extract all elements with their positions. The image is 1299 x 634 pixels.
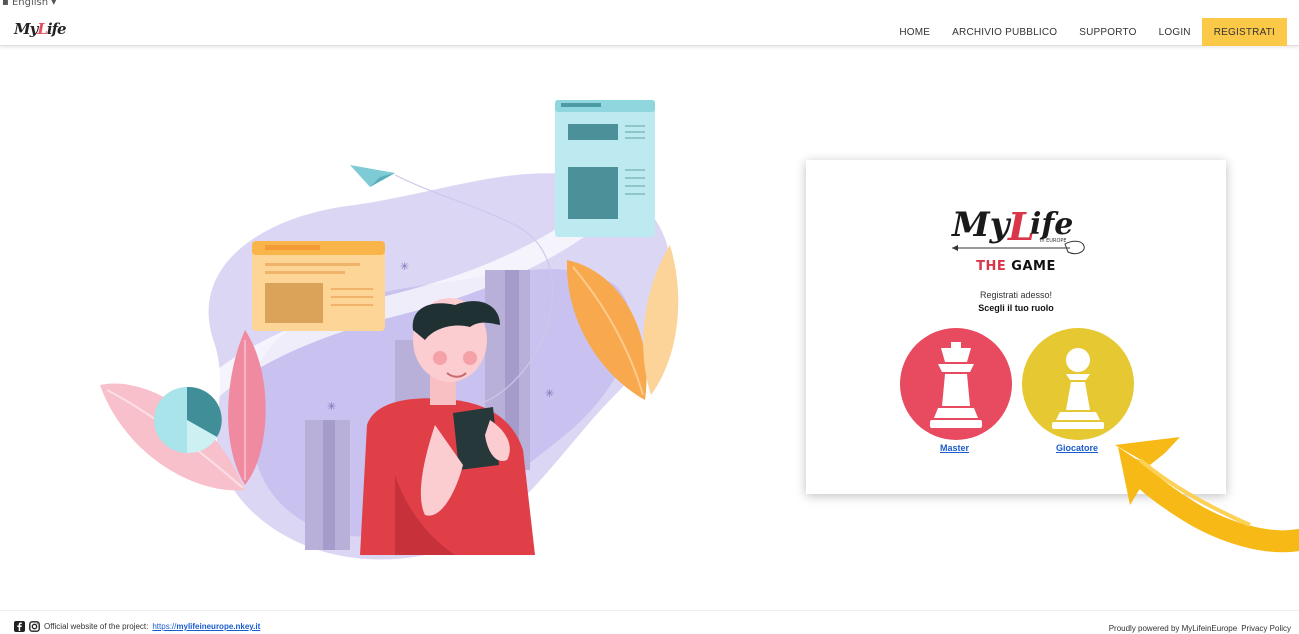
powered-by-text: Proudly powered by MyLifeinEurope	[1108, 624, 1238, 633]
chess-pawn-icon	[1052, 348, 1104, 429]
choose-role-text: Scegli il tuo ruolo	[978, 303, 1054, 313]
nav-login[interactable]: LOGIN	[1148, 18, 1202, 46]
privacy-policy-link[interactable]: Privacy Policy	[1241, 624, 1291, 633]
player-role-button[interactable]	[1022, 328, 1134, 440]
facebook-icon[interactable]	[14, 621, 25, 632]
register-now-text: Registrati adesso!	[979, 290, 1053, 300]
chevron-down-icon: ▾	[51, 0, 57, 8]
page-footer: Official website of the project: https:/…	[0, 610, 1299, 634]
svg-text:My: My	[951, 205, 1012, 245]
master-role-button[interactable]	[900, 328, 1012, 440]
top-navbar: MyLife HOME ARCHIVIO PUBBLICO SUPPORTO L…	[0, 0, 1299, 46]
svg-text:✳: ✳	[400, 260, 409, 273]
project-url-link[interactable]: https://mylifeineurope.nkey.it	[152, 622, 260, 631]
nav-register-button[interactable]: REGISTRATI	[1201, 18, 1287, 46]
main-nav: HOME ARCHIVIO PUBBLICO SUPPORTO LOGIN RE…	[888, 18, 1287, 46]
instagram-icon[interactable]	[29, 621, 40, 632]
mylife-in-europe-logo: My L ife in EUROPE	[951, 204, 1085, 255]
nav-support[interactable]: SUPPORTO	[1068, 18, 1147, 46]
official-site-text: Official website of the project:	[44, 622, 149, 631]
footer-left: Official website of the project: https:/…	[14, 621, 260, 632]
master-role-link[interactable]: Master	[940, 443, 969, 453]
page-root: MyLife HOME ARCHIVIO PUBBLICO SUPPORTO L…	[0, 0, 1299, 634]
player-role-link[interactable]: Giocatore	[1056, 443, 1098, 453]
language-selector[interactable]: ▪ English ▾	[2, 0, 56, 8]
nav-public-archive[interactable]: ARCHIVIO PUBBLICO	[941, 18, 1068, 46]
svg-text:✳: ✳	[327, 400, 336, 413]
nav-home[interactable]: HOME	[888, 18, 941, 46]
footer-right: Proudly powered by MyLifeinEurope Privac…	[1109, 624, 1291, 633]
pointing-arrow-icon	[1115, 437, 1299, 553]
flag-icon: ▪	[2, 0, 9, 8]
svg-text:in EUROPE: in EUROPE	[1040, 238, 1067, 244]
svg-text:ife: ife	[1030, 207, 1073, 242]
svg-text:✳: ✳	[545, 387, 554, 400]
hero-illustration: ✳ ✳ ✳	[100, 100, 679, 560]
chess-king-icon	[930, 342, 982, 428]
game-title: THE GAME	[976, 259, 1056, 274]
site-logo[interactable]: MyLife	[14, 20, 67, 38]
